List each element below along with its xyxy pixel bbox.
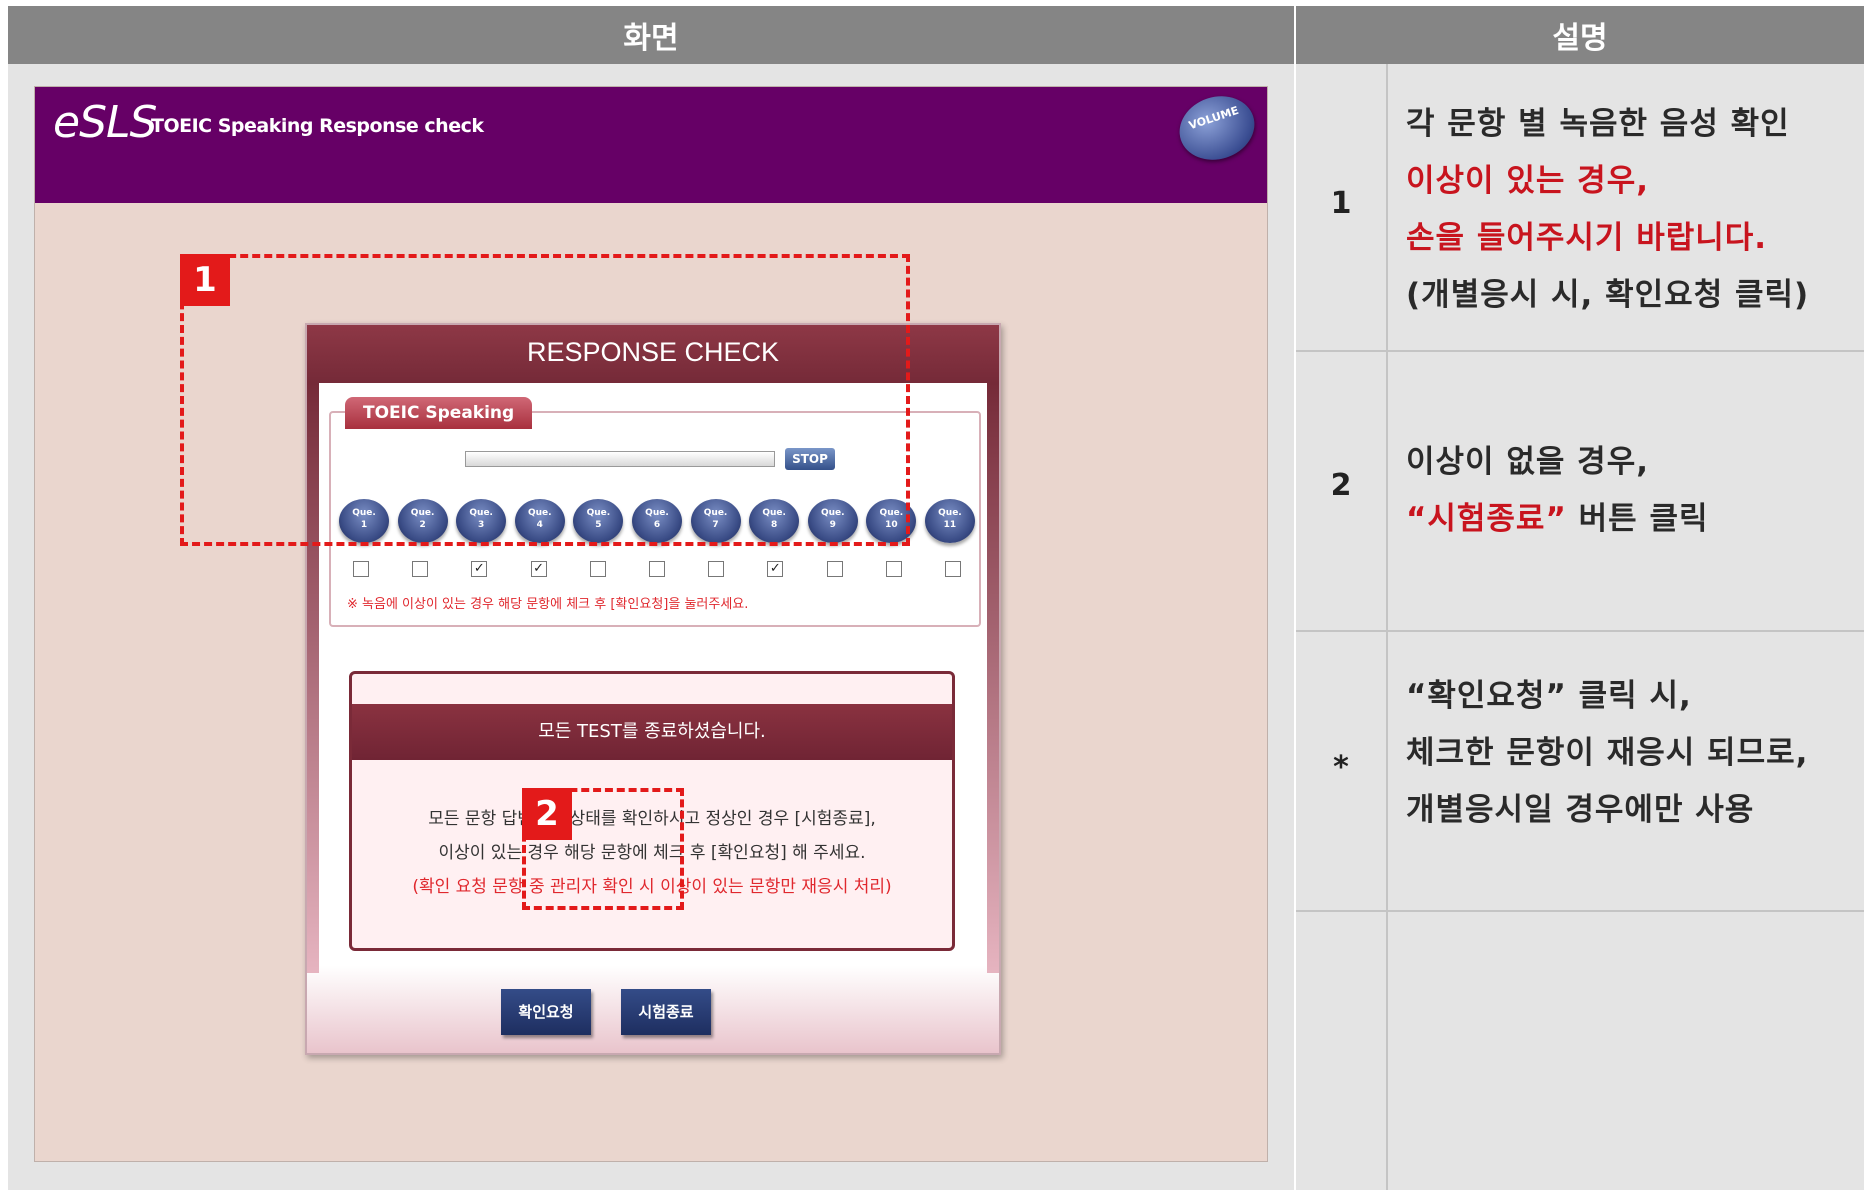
app-logo: eSLS — [53, 97, 157, 148]
end-test-button[interactable]: 시험종료 — [621, 989, 711, 1035]
num-column-divider — [1386, 64, 1388, 1190]
desc-line: 각 문항 별 녹음한 음성 확인 — [1406, 106, 1790, 142]
question-checkbox[interactable] — [412, 561, 429, 577]
question-checkbox[interactable] — [648, 561, 665, 577]
desc-line: 개별응시일 경우에만 사용 — [1406, 792, 1755, 828]
annotation-box-1 — [180, 254, 910, 546]
question-prefix: Que. — [938, 508, 962, 518]
row-divider — [1296, 910, 1864, 912]
row-number-1: 1 — [1330, 186, 1352, 221]
question-checkbox[interactable] — [589, 561, 606, 577]
check-notice: ※ 녹음에 이상이 있는 경우 해당 문항에 체크 후 [확인요청]을 눌러주세… — [347, 597, 749, 612]
desc-line-red: 이상이 있는 경우, — [1406, 163, 1650, 199]
row-divider — [1296, 630, 1864, 632]
row-number-note: * — [1333, 750, 1349, 785]
column-header-screen: 화면 — [8, 6, 1294, 64]
question-checkbox[interactable] — [944, 561, 961, 577]
row-number-2: 2 — [1330, 468, 1352, 503]
question-checkbox[interactable]: ✓ — [530, 561, 547, 577]
desc-line: “확인요청” 클릭 시, — [1406, 678, 1692, 714]
question-checkbox[interactable] — [708, 561, 725, 577]
question-button[interactable]: Que. 11 — [924, 499, 975, 543]
app-screenshot: eSLS TOEIC Speaking Response check VOLUM… — [34, 86, 1268, 1162]
desc-line: 이상이 없을 경우, — [1406, 444, 1650, 480]
column-divider — [1294, 6, 1296, 1190]
desc-line-rest: 버튼 클릭 — [1566, 501, 1709, 537]
row-description-2: 이상이 없을 경우, “시험종료” 버튼 클릭 — [1406, 434, 1864, 548]
desc-line: “시험종료” 버튼 클릭 — [1406, 491, 1864, 548]
end-test-emphasis: “시험종료” — [1406, 501, 1567, 537]
row-description-note: “확인요청” 클릭 시, 체크한 문항이 재응시 되므로, 개별응시일 경우에만… — [1406, 668, 1864, 839]
question-checkbox[interactable]: ✓ — [767, 561, 784, 577]
volume-button[interactable]: VOLUME — [1171, 87, 1263, 170]
question-checkbox[interactable] — [826, 561, 843, 577]
app-header: eSLS TOEIC Speaking Response check VOLUM… — [35, 87, 1267, 203]
question-checkbox[interactable]: ✓ — [471, 561, 488, 577]
confirm-request-button[interactable]: 확인요청 — [501, 989, 591, 1035]
dialog-frame — [987, 383, 999, 973]
question-checkbox[interactable] — [353, 561, 369, 577]
column-header-description: 설명 — [1296, 6, 1864, 64]
annotation-badge-1: 1 — [180, 254, 230, 306]
question-checkbox-row: ✓ ✓ ✓ — [353, 561, 961, 581]
question-number: 11 — [943, 520, 957, 530]
desc-line: 체크한 문항이 재응시 되므로, — [1406, 735, 1809, 771]
question-checkbox[interactable] — [885, 561, 902, 577]
row-divider — [1296, 350, 1864, 352]
desc-line-red: 손을 들어주시기 바랍니다. — [1406, 220, 1768, 256]
annotation-badge-2: 2 — [522, 788, 572, 840]
row-description-1: 각 문항 별 녹음한 음성 확인 이상이 있는 경우, 손을 들어주시기 바랍니… — [1406, 96, 1864, 324]
completion-title: 모든 TEST를 종료하셨습니다. — [352, 704, 952, 760]
app-title: TOEIC Speaking Response check — [151, 115, 484, 137]
desc-line: (개별응시 시, 확인요청 클릭) — [1406, 277, 1810, 313]
